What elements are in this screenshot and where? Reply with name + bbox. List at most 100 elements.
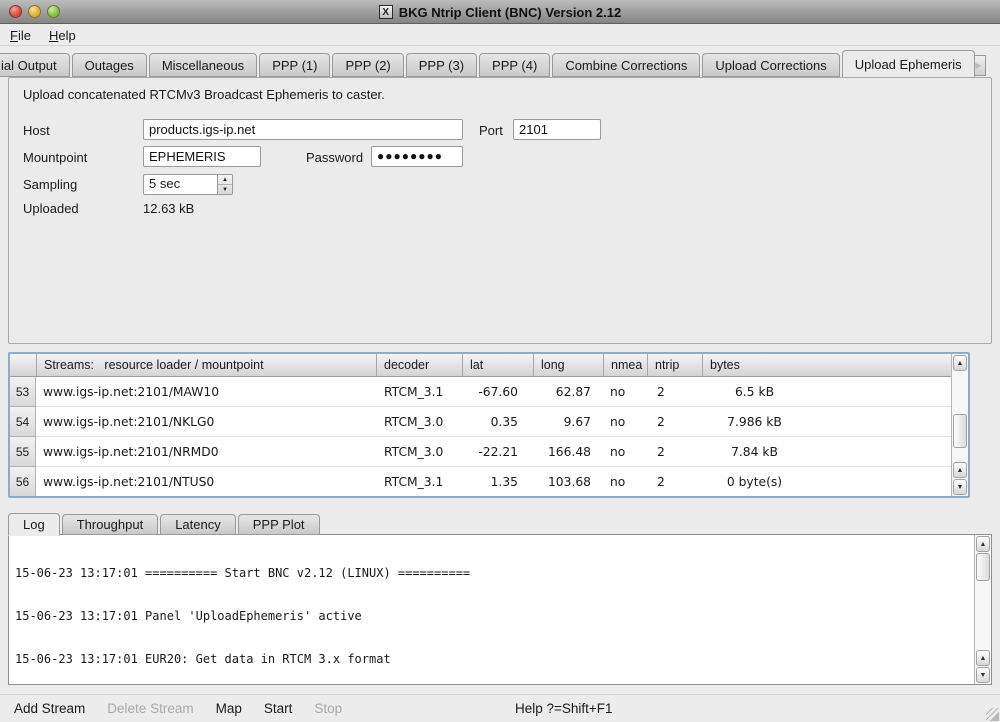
scroll-up-icon[interactable]: ▲ [953, 355, 967, 371]
row-header[interactable]: 55 [10, 437, 36, 467]
cell-ntrip: 2 [647, 437, 702, 467]
streams-table: Streams: resource loader / mountpoint de… [8, 352, 970, 498]
cell-lat: 0.35 [462, 407, 533, 437]
stream-row[interactable]: 55 www.igs-ip.net:2101/NRMD0 RTCM_3.0 -2… [10, 437, 968, 467]
tab-outages[interactable]: Outages [72, 53, 147, 77]
cell-resource: www.igs-ip.net:2101/MAW10 [36, 377, 376, 407]
row-header[interactable]: 56 [10, 467, 36, 497]
add-stream-button[interactable]: Add Stream [14, 701, 85, 716]
spin-down-icon[interactable]: ▼ [218, 185, 232, 194]
menu-file-accel: F [10, 28, 18, 43]
tab-throughput[interactable]: Throughput [62, 514, 159, 535]
resize-grip[interactable] [986, 708, 999, 721]
cell-long: 9.67 [533, 407, 603, 437]
title-bar: X BKG Ntrip Client (BNC) Version 2.12 [0, 0, 1000, 24]
cell-ntrip: 2 [647, 377, 702, 407]
scroll-down-icon[interactable]: ▼ [953, 479, 967, 495]
host-label: Host [23, 123, 50, 138]
scroll-up-icon[interactable]: ▲ [976, 536, 990, 552]
tab-latency[interactable]: Latency [160, 514, 236, 535]
tab-ppp-plot[interactable]: PPP Plot [238, 514, 320, 535]
tab-log[interactable]: Log [8, 513, 60, 536]
col-header-ntrip[interactable]: ntrip [647, 354, 702, 376]
stream-row[interactable]: 54 www.igs-ip.net:2101/NKLG0 RTCM_3.0 0.… [10, 407, 968, 437]
log-text: 15-06-23 13:17:01 ========== Start BNC v… [9, 537, 973, 684]
menu-file[interactable]: File [10, 28, 31, 43]
cell-lat: -67.60 [462, 377, 533, 407]
cell-bytes: 7.986 kB [702, 407, 968, 437]
mountpoint-label: Mountpoint [23, 150, 87, 165]
tab-ppp-1[interactable]: PPP (1) [259, 53, 330, 77]
streams-table-header: Streams: resource loader / mountpoint de… [10, 354, 968, 377]
row-header[interactable]: 54 [10, 407, 36, 437]
col-header-decoder[interactable]: decoder [376, 354, 462, 376]
col-header-nmea[interactable]: nmea [603, 354, 647, 376]
log-panel: 15-06-23 13:17:01 ========== Start BNC v… [8, 534, 992, 685]
password-input[interactable]: ●●●●●●●● [371, 146, 463, 167]
tab-upload-corrections[interactable]: Upload Corrections [702, 53, 839, 77]
cell-bytes-value: 6.5 kB [702, 385, 807, 399]
sampling-value: 5 sec [144, 175, 217, 194]
cell-lat: 1.35 [462, 467, 533, 497]
log-vertical-scrollbar[interactable]: ▲ ▲ ▼ [974, 535, 991, 684]
col-header-bytes[interactable]: bytes [702, 354, 968, 376]
stream-row[interactable]: 56 www.igs-ip.net:2101/NTUS0 RTCM_3.1 1.… [10, 467, 968, 497]
cell-decoder: RTCM_3.0 [376, 407, 462, 437]
scroll-up-icon[interactable]: ▲ [953, 462, 967, 478]
tab-miscellaneous[interactable]: Miscellaneous [149, 53, 257, 77]
cell-bytes: 0 byte(s) [702, 467, 968, 497]
cell-bytes-value: 0 byte(s) [702, 475, 807, 489]
cell-long: 103.68 [533, 467, 603, 497]
tab-combine-corrections[interactable]: Combine Corrections [552, 53, 700, 77]
table-vertical-scrollbar[interactable]: ▲ ▲ ▼ [951, 354, 968, 496]
host-input[interactable] [143, 119, 463, 140]
port-input[interactable] [513, 119, 601, 140]
tab-ppp-4[interactable]: PPP (4) [479, 53, 550, 77]
cell-nmea: no [603, 467, 647, 497]
map-button[interactable]: Map [216, 701, 242, 716]
upload-ephemeris-panel: Upload concatenated RTCMv3 Broadcast Eph… [8, 77, 992, 344]
uploaded-label: Uploaded [23, 201, 79, 216]
menu-help-rest: elp [58, 28, 75, 43]
port-label: Port [479, 123, 503, 138]
row-header[interactable]: 53 [10, 377, 36, 407]
mountpoint-input[interactable] [143, 146, 261, 167]
tab-upload-ephemeris[interactable]: Upload Ephemeris [842, 50, 975, 77]
scroll-up-icon[interactable]: ▲ [976, 650, 990, 666]
cell-nmea: no [603, 377, 647, 407]
bottom-toolbar: Add Stream Delete Stream Map Start Stop … [0, 694, 1000, 722]
spin-up-icon[interactable]: ▲ [218, 175, 232, 185]
col-header-streams[interactable]: Streams: resource loader / mountpoint [36, 354, 376, 376]
scrollbar-thumb[interactable] [953, 414, 967, 448]
panel-description: Upload concatenated RTCMv3 Broadcast Eph… [23, 87, 385, 102]
window-title: BKG Ntrip Client (BNC) Version 2.12 [399, 5, 621, 20]
log-line: 15-06-23 13:17:01 Panel 'UploadEphemeris… [15, 609, 973, 623]
cell-nmea: no [603, 437, 647, 467]
stream-row[interactable]: 53 www.igs-ip.net:2101/MAW10 RTCM_3.1 -6… [10, 377, 968, 407]
sampling-spin-buttons: ▲ ▼ [217, 175, 232, 194]
sampling-label: Sampling [23, 177, 77, 192]
cell-ntrip: 2 [647, 467, 702, 497]
password-label: Password [306, 150, 363, 165]
menu-help[interactable]: Help [49, 28, 76, 43]
col-header-long[interactable]: long [533, 354, 603, 376]
col-header-lat[interactable]: lat [462, 354, 533, 376]
tab-serial-output[interactable]: ial Output [0, 53, 70, 77]
cell-resource: www.igs-ip.net:2101/NKLG0 [36, 407, 376, 437]
scrollbar-thumb[interactable] [976, 553, 990, 581]
tab-ppp-2[interactable]: PPP (2) [332, 53, 403, 77]
cell-long: 166.48 [533, 437, 603, 467]
cell-decoder: RTCM_3.1 [376, 377, 462, 407]
cell-bytes: 7.84 kB [702, 437, 968, 467]
log-line: 15-06-23 13:17:01 ========== Start BNC v… [15, 566, 973, 580]
cell-bytes: 6.5 kB [702, 377, 968, 407]
menu-file-rest: ile [18, 28, 31, 43]
cell-bytes-value: 7.986 kB [702, 415, 807, 429]
start-button[interactable]: Start [264, 701, 293, 716]
settings-tab-bar: ial Output Outages Miscellaneous PPP (1)… [0, 46, 1000, 77]
log-line: 15-06-23 13:17:01 EUR20: Get data in RTC… [15, 652, 973, 666]
scroll-down-icon[interactable]: ▼ [976, 667, 990, 683]
tab-ppp-3[interactable]: PPP (3) [406, 53, 477, 77]
uploaded-value: 12.63 kB [143, 201, 194, 216]
sampling-spinbox[interactable]: 5 sec ▲ ▼ [143, 174, 233, 195]
